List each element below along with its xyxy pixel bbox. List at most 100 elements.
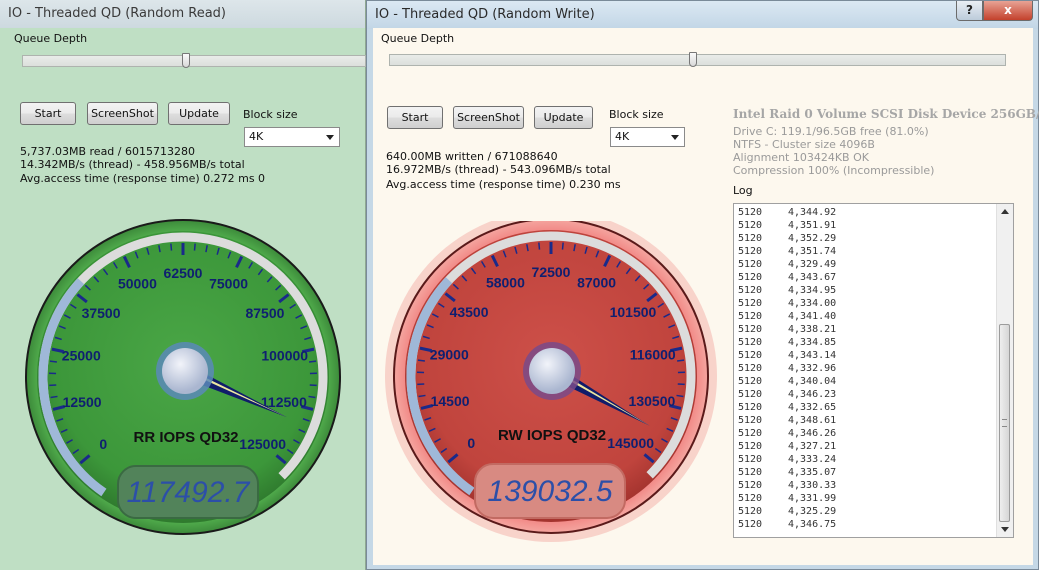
log-block-size: 5120: [738, 324, 763, 335]
gauge-minor-tick: [676, 394, 684, 398]
block-size-select[interactable]: 4K: [244, 127, 340, 147]
log-block-size: 5120: [738, 233, 763, 244]
update-button[interactable]: Update: [534, 106, 593, 129]
screenshot-button[interactable]: ScreenShot: [87, 102, 158, 125]
log-list[interactable]: 5120 4,344.92 5120 4,351.91 5120 4,352.29 5120…: [733, 203, 1014, 538]
write-stats-line3: Avg.access time (response time) 0.230 ms: [386, 178, 621, 191]
log-iops-value: 4,331.99: [788, 493, 837, 504]
gauge-minor-tick: [170, 243, 173, 251]
log-row[interactable]: 5120 4,334.85: [738, 336, 836, 349]
log-row[interactable]: 5120 4,348.61: [738, 414, 836, 427]
chevron-down-icon: [326, 135, 334, 140]
read-stats-line1: 5,737.03MB read / 6015713280: [20, 145, 195, 158]
close-button[interactable]: x: [983, 1, 1033, 21]
log-row[interactable]: 5120 4,325.29: [738, 505, 836, 518]
log-row[interactable]: 5120 4,346.75: [738, 518, 836, 531]
scroll-up-icon[interactable]: [1001, 209, 1009, 214]
log-scrollbar-thumb[interactable]: [999, 323, 1010, 522]
log-row[interactable]: 5120 4,346.26: [738, 427, 836, 440]
gauge-tick-label: 75000: [209, 276, 248, 292]
log-block-size: 5120: [738, 207, 763, 218]
log-row[interactable]: 5120 4,329.49: [738, 258, 836, 271]
start-button[interactable]: Start: [20, 102, 76, 125]
log-row[interactable]: 5120 4,334.95: [738, 284, 836, 297]
log-row[interactable]: 5120 4,352.29: [738, 232, 836, 245]
log-block-size: 5120: [738, 246, 763, 257]
grip-icon: [1002, 418, 1007, 427]
log-iops-value: 4,346.75: [788, 519, 837, 530]
log-row[interactable]: 5120 4,327.21: [738, 440, 836, 453]
log-row[interactable]: 5120 4,344.92: [738, 206, 836, 219]
device-alignment: Alignment 103424KB OK: [733, 151, 869, 164]
log-row[interactable]: 5120 4,343.67: [738, 271, 836, 284]
gauge-tick-label: 87000: [577, 275, 616, 291]
log-iops-value: 4,329.49: [788, 259, 837, 270]
log-iops-value: 4,330.33: [788, 480, 837, 491]
log-block-size: 5120: [738, 415, 763, 426]
log-row[interactable]: 5120 4,330.33: [738, 479, 836, 492]
log-row[interactable]: 5120 4,331.99: [738, 492, 836, 505]
log-block-size: 5120: [738, 311, 763, 322]
log-row[interactable]: 5120 4,334.00: [738, 297, 836, 310]
read-window-titlebar[interactable]: IO - Threaded QD (Random Read): [0, 0, 365, 28]
log-row[interactable]: 5120 4,335.07: [738, 466, 836, 479]
gauge-tick-label: 125000: [239, 436, 286, 452]
scroll-down-icon[interactable]: [1001, 527, 1009, 532]
log-block-size: 5120: [738, 467, 763, 478]
log-row[interactable]: 5120 4,332.65: [738, 401, 836, 414]
gauge-tick-label: 0: [467, 435, 475, 451]
gauge-tick-label: 43500: [450, 304, 489, 320]
queue-depth-slider-thumb[interactable]: [181, 53, 190, 68]
log-row[interactable]: 5120 4,351.74: [738, 245, 836, 258]
queue-depth-label: Queue Depth: [14, 32, 88, 45]
gauge-tick-label: 72500: [532, 264, 571, 280]
write-window-title: IO - Threaded QD (Random Write): [375, 7, 595, 22]
gauge-minor-tick: [418, 394, 426, 398]
log-iops-value: 4,351.74: [788, 246, 837, 257]
queue-depth-slider-thumb[interactable]: [689, 52, 698, 67]
queue-depth-slider[interactable]: [389, 54, 1006, 66]
log-scrollbar[interactable]: [996, 204, 1013, 537]
read-stats-extra: 0: [258, 172, 265, 185]
read-stats-line2: 14.342MB/s (thread) - 458.956MB/s total: [20, 158, 245, 171]
log-row[interactable]: 5120 4,341.40: [738, 310, 836, 323]
gauge-tick-label: 145000: [607, 435, 654, 451]
log-row[interactable]: 5120 4,332.96: [738, 362, 836, 375]
help-button[interactable]: ?: [956, 1, 983, 21]
gauge-tick-label: 14500: [431, 393, 470, 409]
log-iops-value: 4,335.07: [788, 467, 837, 478]
log-row[interactable]: 5120 4,343.14: [738, 349, 836, 362]
log-block-size: 5120: [738, 402, 763, 413]
gauge-tick-label: 50000: [118, 276, 157, 292]
log-iops-value: 4,346.26: [788, 428, 837, 439]
log-iops-value: 4,332.96: [788, 363, 837, 374]
log-row[interactable]: 5120 4,340.04: [738, 375, 836, 388]
log-block-size: 5120: [738, 337, 763, 348]
write-window-titlebar[interactable]: IO - Threaded QD (Random Write): [367, 1, 1038, 29]
log-iops-value: 4,352.29: [788, 233, 837, 244]
gauge-minor-tick: [309, 360, 317, 363]
queue-depth-slider[interactable]: [22, 55, 366, 67]
log-iops-value: 4,334.85: [788, 337, 837, 348]
device-name: Intel Raid 0 Volume SCSI Disk Device 256…: [733, 107, 1039, 121]
block-size-label: Block size: [243, 108, 298, 121]
gauge-tick-label: 25000: [62, 347, 101, 363]
log-row[interactable]: 5120 4,346.23: [738, 388, 836, 401]
block-size-value: 4K: [249, 130, 264, 143]
write-window: IO - Threaded QD (Random Write) ? x Queu…: [366, 0, 1039, 570]
gauge-minor-tick: [677, 359, 685, 362]
log-row[interactable]: 5120 4,351.91: [738, 219, 836, 232]
gauge-tick-label: 100000: [261, 347, 308, 363]
queue-depth-label: Queue Depth: [381, 32, 455, 45]
start-button[interactable]: Start: [387, 106, 443, 129]
log-iops-value: 4,333.24: [788, 454, 837, 465]
gauge-tick-label: 12500: [63, 394, 102, 410]
log-row[interactable]: 5120 4,333.24: [738, 453, 836, 466]
block-size-select[interactable]: 4K: [610, 127, 685, 147]
log-block-size: 5120: [738, 428, 763, 439]
screenshot-button[interactable]: ScreenShot: [453, 106, 524, 129]
log-row[interactable]: 5120 4,338.21: [738, 323, 836, 336]
gauge-tick-label: 37500: [82, 305, 121, 321]
gauge-tick-label: 130500: [629, 393, 676, 409]
update-button[interactable]: Update: [168, 102, 230, 125]
